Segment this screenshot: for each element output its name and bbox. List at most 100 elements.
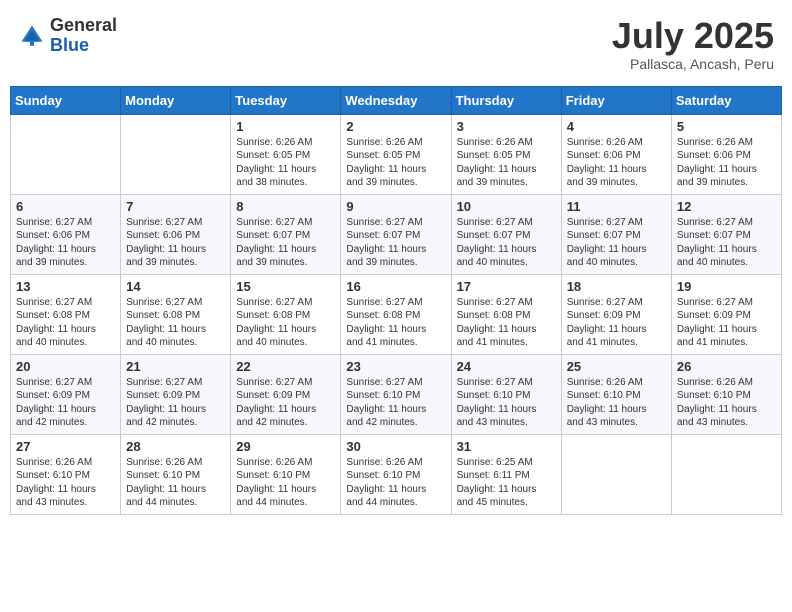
calendar-cell: 2 Sunrise: 6:26 AM Sunset: 6:05 PM Daylig… (341, 114, 451, 194)
calendar-cell: 21 Sunrise: 6:27 AM Sunset: 6:09 PM Dayli… (121, 354, 231, 434)
cell-content: Sunrise: 6:27 AM Sunset: 6:10 PM Dayligh… (346, 376, 445, 430)
cell-content: Sunrise: 6:26 AM Sunset: 6:06 PM Dayligh… (567, 136, 666, 190)
day-number: 28 (126, 439, 225, 454)
calendar-cell: 29 Sunrise: 6:26 AM Sunset: 6:10 PM Dayli… (231, 434, 341, 514)
day-number: 21 (126, 359, 225, 374)
calendar-cell: 18 Sunrise: 6:27 AM Sunset: 6:09 PM Dayli… (561, 274, 671, 354)
calendar-cell: 13 Sunrise: 6:27 AM Sunset: 6:08 PM Dayli… (11, 274, 121, 354)
weekday-header-sunday: Sunday (11, 86, 121, 114)
calendar-cell: 6Sunrise: 6:27 AM Sunset: 6:06 PM Daylig… (11, 194, 121, 274)
calendar-week-1: 1Sunrise: 6:26 AM Sunset: 6:05 PM Daylig… (11, 114, 782, 194)
calendar-cell: 20 Sunrise: 6:27 AM Sunset: 6:09 PM Dayli… (11, 354, 121, 434)
weekday-header-tuesday: Tuesday (231, 86, 341, 114)
cell-content: Sunrise: 6:27 AM Sunset: 6:10 PM Dayligh… (457, 376, 556, 430)
day-number: 23 (346, 359, 445, 374)
cell-content: Sunrise: 6:25 AM Sunset: 6:11 PM Dayligh… (457, 456, 556, 510)
day-number: 3 (457, 119, 556, 134)
page-header: General Blue July 2025 Pallasca, Ancash,… (10, 10, 782, 78)
cell-content: Sunrise: 6:26 AM Sunset: 6:05 PM Dayligh… (457, 136, 556, 190)
cell-content: Sunrise: 6:26 AM Sunset: 6:10 PM Dayligh… (236, 456, 335, 510)
cell-content: Sunrise: 6:26 AM Sunset: 6:10 PM Dayligh… (567, 376, 666, 430)
weekday-header-row: SundayMondayTuesdayWednesdayThursdayFrid… (11, 86, 782, 114)
cell-content: Sunrise: 6:26 AM Sunset: 6:10 PM Dayligh… (16, 456, 115, 510)
cell-content: Sunrise: 6:26 AM Sunset: 6:10 PM Dayligh… (677, 376, 776, 430)
day-number: 26 (677, 359, 776, 374)
calendar-cell: 9 Sunrise: 6:27 AM Sunset: 6:07 PM Daylig… (341, 194, 451, 274)
day-number: 8 (236, 199, 335, 214)
calendar-cell: 17Sunrise: 6:27 AM Sunset: 6:08 PM Dayli… (451, 274, 561, 354)
day-number: 10 (457, 199, 556, 214)
calendar-cell: 28 Sunrise: 6:26 AM Sunset: 6:10 PM Dayli… (121, 434, 231, 514)
calendar-cell: 26 Sunrise: 6:26 AM Sunset: 6:10 PM Dayli… (671, 354, 781, 434)
day-number: 19 (677, 279, 776, 294)
cell-content: Sunrise: 6:27 AM Sunset: 6:08 PM Dayligh… (346, 296, 445, 350)
day-number: 13 (16, 279, 115, 294)
cell-content: Sunrise: 6:26 AM Sunset: 6:05 PM Dayligh… (346, 136, 445, 190)
cell-content: Sunrise: 6:27 AM Sunset: 6:09 PM Dayligh… (126, 376, 225, 430)
cell-content: Sunrise: 6:27 AM Sunset: 6:08 PM Dayligh… (236, 296, 335, 350)
cell-content: Sunrise: 6:27 AM Sunset: 6:07 PM Dayligh… (677, 216, 776, 270)
calendar-cell: 23 Sunrise: 6:27 AM Sunset: 6:10 PM Dayli… (341, 354, 451, 434)
day-number: 20 (16, 359, 115, 374)
calendar-cell: 15 Sunrise: 6:27 AM Sunset: 6:08 PM Dayli… (231, 274, 341, 354)
calendar-table: SundayMondayTuesdayWednesdayThursdayFrid… (10, 86, 782, 515)
day-number: 17 (457, 279, 556, 294)
calendar-cell: 25 Sunrise: 6:26 AM Sunset: 6:10 PM Dayli… (561, 354, 671, 434)
calendar-cell: 16Sunrise: 6:27 AM Sunset: 6:08 PM Dayli… (341, 274, 451, 354)
cell-content: Sunrise: 6:27 AM Sunset: 6:08 PM Dayligh… (16, 296, 115, 350)
cell-content: Sunrise: 6:27 AM Sunset: 6:07 PM Dayligh… (236, 216, 335, 270)
cell-content: Sunrise: 6:26 AM Sunset: 6:10 PM Dayligh… (346, 456, 445, 510)
cell-content: Sunrise: 6:27 AM Sunset: 6:09 PM Dayligh… (16, 376, 115, 430)
weekday-header-friday: Friday (561, 86, 671, 114)
month-year-title: July 2025 (612, 16, 774, 56)
calendar-cell: 30 Sunrise: 6:26 AM Sunset: 6:10 PM Dayli… (341, 434, 451, 514)
calendar-cell (121, 114, 231, 194)
calendar-cell: 10 Sunrise: 6:27 AM Sunset: 6:07 PM Dayli… (451, 194, 561, 274)
cell-content: Sunrise: 6:27 AM Sunset: 6:06 PM Dayligh… (126, 216, 225, 270)
day-number: 5 (677, 119, 776, 134)
calendar-cell: 14Sunrise: 6:27 AM Sunset: 6:08 PM Dayli… (121, 274, 231, 354)
day-number: 11 (567, 199, 666, 214)
calendar-cell: 27Sunrise: 6:26 AM Sunset: 6:10 PM Dayli… (11, 434, 121, 514)
day-number: 14 (126, 279, 225, 294)
logo: General Blue (18, 16, 117, 56)
day-number: 12 (677, 199, 776, 214)
day-number: 30 (346, 439, 445, 454)
calendar-cell: 22 Sunrise: 6:27 AM Sunset: 6:09 PM Dayli… (231, 354, 341, 434)
calendar-cell: 11Sunrise: 6:27 AM Sunset: 6:07 PM Dayli… (561, 194, 671, 274)
weekday-header-wednesday: Wednesday (341, 86, 451, 114)
calendar-cell: 5 Sunrise: 6:26 AM Sunset: 6:06 PM Daylig… (671, 114, 781, 194)
cell-content: Sunrise: 6:26 AM Sunset: 6:06 PM Dayligh… (677, 136, 776, 190)
calendar-cell: 8 Sunrise: 6:27 AM Sunset: 6:07 PM Daylig… (231, 194, 341, 274)
logo-general-text: General (50, 15, 117, 35)
calendar-cell (671, 434, 781, 514)
calendar-cell: 1Sunrise: 6:26 AM Sunset: 6:05 PM Daylig… (231, 114, 341, 194)
day-number: 4 (567, 119, 666, 134)
day-number: 15 (236, 279, 335, 294)
day-number: 9 (346, 199, 445, 214)
calendar-cell: 24 Sunrise: 6:27 AM Sunset: 6:10 PM Dayli… (451, 354, 561, 434)
day-number: 18 (567, 279, 666, 294)
calendar-cell: 19 Sunrise: 6:27 AM Sunset: 6:09 PM Dayli… (671, 274, 781, 354)
day-number: 2 (346, 119, 445, 134)
cell-content: Sunrise: 6:26 AM Sunset: 6:10 PM Dayligh… (126, 456, 225, 510)
cell-content: Sunrise: 6:27 AM Sunset: 6:09 PM Dayligh… (567, 296, 666, 350)
calendar-cell: 3 Sunrise: 6:26 AM Sunset: 6:05 PM Daylig… (451, 114, 561, 194)
calendar-cell: 7Sunrise: 6:27 AM Sunset: 6:06 PM Daylig… (121, 194, 231, 274)
weekday-header-monday: Monday (121, 86, 231, 114)
day-number: 6 (16, 199, 115, 214)
cell-content: Sunrise: 6:26 AM Sunset: 6:05 PM Dayligh… (236, 136, 335, 190)
calendar-cell: 4 Sunrise: 6:26 AM Sunset: 6:06 PM Daylig… (561, 114, 671, 194)
calendar-week-5: 27Sunrise: 6:26 AM Sunset: 6:10 PM Dayli… (11, 434, 782, 514)
day-number: 29 (236, 439, 335, 454)
cell-content: Sunrise: 6:27 AM Sunset: 6:07 PM Dayligh… (457, 216, 556, 270)
cell-content: Sunrise: 6:27 AM Sunset: 6:09 PM Dayligh… (236, 376, 335, 430)
day-number: 25 (567, 359, 666, 374)
cell-content: Sunrise: 6:27 AM Sunset: 6:07 PM Dayligh… (346, 216, 445, 270)
calendar-cell: 31Sunrise: 6:25 AM Sunset: 6:11 PM Dayli… (451, 434, 561, 514)
cell-content: Sunrise: 6:27 AM Sunset: 6:09 PM Dayligh… (677, 296, 776, 350)
calendar-cell (561, 434, 671, 514)
day-number: 22 (236, 359, 335, 374)
title-block: July 2025 Pallasca, Ancash, Peru (612, 16, 774, 72)
day-number: 24 (457, 359, 556, 374)
